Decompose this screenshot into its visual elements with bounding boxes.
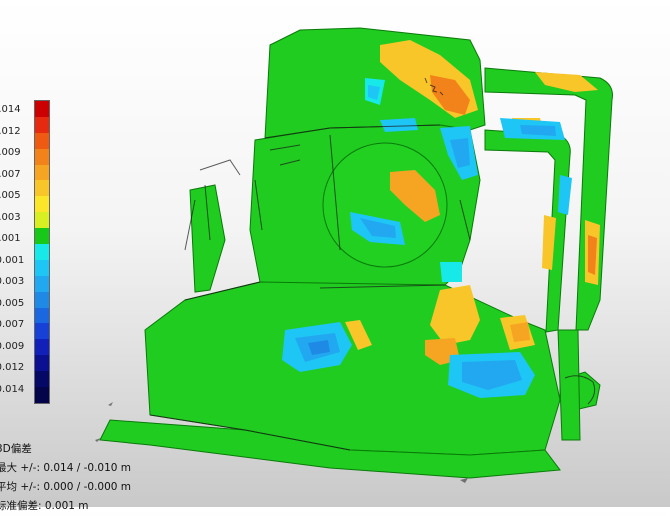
color-scale-tick-label: 0.005	[0, 190, 21, 202]
deviation-color-scale	[34, 100, 50, 404]
color-scale-tick-label: 0.009	[0, 147, 21, 159]
color-scale-band	[35, 339, 49, 356]
stats-title: 3D偏差	[0, 443, 32, 455]
color-scale-tick-label: -0.014	[0, 384, 25, 395]
stats-avg: 平均 +/-: 0.000 / -0.000 m	[0, 481, 132, 493]
deviation-stats-panel: 3D偏差 最大 +/-: 0.014 / -0.010 m 平均 +/-: 0.…	[0, 440, 131, 516]
color-scale-tick-label: 0.007	[0, 168, 21, 180]
3d-viewport[interactable]: 0.014 0.012 0.009 0.007 0.005 0.003 0.001 -0.00…	[0, 0, 670, 512]
color-scale-tick-label: 0.003	[0, 211, 21, 223]
color-scale-tick-label: -0.007	[0, 319, 25, 331]
model-body	[99, 27, 613, 479]
color-scale-band	[35, 180, 49, 197]
color-scale-tick-label: -0.009	[0, 340, 25, 352]
color-scale-band	[35, 371, 49, 388]
color-scale-band	[35, 387, 49, 403]
color-scale-band	[35, 307, 49, 324]
color-scale-tick-label: -0.005	[0, 297, 25, 309]
color-scale-band	[35, 101, 49, 117]
color-scale-band	[35, 259, 49, 276]
color-scale-band	[35, 323, 49, 340]
color-scale-band	[35, 291, 49, 308]
deviation-model-render[interactable]	[0, 0, 670, 507]
color-scale-band	[35, 228, 49, 245]
stats-max: 最大 +/-: 0.014 / -0.010 m	[0, 462, 132, 474]
color-scale-band	[35, 164, 49, 181]
color-scale-tick-label: 0.001	[0, 233, 21, 245]
color-scale-band	[35, 355, 49, 372]
color-scale-tick-label: 0.012	[0, 125, 21, 137]
color-scale-band	[35, 116, 49, 133]
color-scale-band	[35, 196, 49, 213]
color-scale-tick-label: -0.001	[0, 254, 25, 266]
color-scale-tick-label: 0.014	[0, 104, 21, 115]
color-scale-band	[35, 244, 49, 260]
color-scale-tick-label: -0.012	[0, 362, 25, 374]
color-scale-band	[35, 148, 49, 165]
color-scale-band	[35, 212, 49, 229]
color-scale-band	[35, 132, 49, 149]
color-scale-band	[35, 275, 49, 292]
color-scale-tick-label: -0.003	[0, 276, 25, 288]
